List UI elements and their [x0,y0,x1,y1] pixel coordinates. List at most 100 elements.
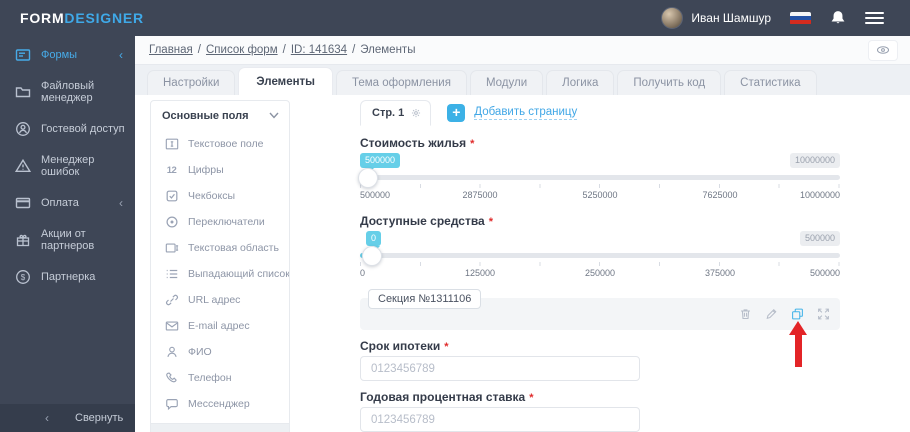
field-label-property-cost: Стоимость жилья * [360,136,475,150]
required-mark: * [488,216,494,228]
palette-item-textarea[interactable]: Текстовая область [151,235,289,261]
slider-badges: 0 500000 [360,231,840,249]
chat-icon [164,397,179,412]
content-panel: Основные поля Текстовое поле 12 Цифры Че… [135,95,910,432]
text-field-icon [164,137,179,152]
top-header: FORMDESIGNER Иван Шамшур [0,0,910,36]
tab-statistics[interactable]: Статистика [724,70,817,95]
collapse-label: Свернуть [75,412,124,424]
palette-item-text-field[interactable]: Текстовое поле [151,131,289,157]
link-icon [164,293,179,308]
user-name: Иван Шамшур [691,11,771,25]
palette-item-label: E-mail адрес [188,320,250,332]
fields-group-header[interactable]: Основные поля [151,101,289,131]
page-settings-icon[interactable] [411,108,421,118]
field-label-available-funds: Доступные средства * [360,214,494,228]
next-group-strip[interactable] [151,423,289,432]
chevron-down-icon [269,110,279,122]
slider-track-property-cost[interactable] [358,167,840,188]
chevron-left-icon: ‹ [119,47,123,62]
tab-elements[interactable]: Элементы [238,67,333,95]
page-tab-label: Стр. 1 [372,107,405,119]
formdesigner-app: FORMDESIGNER Иван Шамшур Формы ‹ Файловы… [0,0,910,432]
section-label: Секция №1311106 [368,289,482,309]
delete-icon[interactable] [739,308,752,321]
palette-item-checkboxes[interactable]: Чекбоксы [151,183,289,209]
logo-designer: DESIGNER [64,10,144,26]
preview-eye-button[interactable] [868,39,898,61]
breadcrumb-home-link[interactable]: Главная [149,44,193,56]
section-actions [739,308,830,321]
fields-group-title: Основные поля [162,110,249,122]
palette-item-messenger[interactable]: Мессенджер [151,391,289,417]
sidebar-item-forms[interactable]: Формы ‹ [0,36,135,73]
slider-track-available-funds[interactable] [360,245,840,266]
palette-item-url[interactable]: URL адрес [151,287,289,313]
logo-form: FORM [20,10,65,26]
breadcrumb: Главная / Список форм / ID: 141634 / Эле… [135,36,910,65]
sidebar: Формы ‹ Файловый менеджер Гостевой досту… [0,36,135,432]
palette-item-label: Текстовое поле [188,138,264,150]
breadcrumb-separator: / [197,44,201,56]
sidebar-item-file-manager[interactable]: Файловый менеджер [0,73,135,110]
sidebar-item-affiliate[interactable]: $ Партнерка [0,258,135,295]
slider-max-badge: 500000 [799,231,840,246]
chevron-left-icon: ‹ [119,195,123,210]
tab-theme[interactable]: Тема оформления [336,70,467,95]
menu-icon[interactable] [865,9,884,27]
tab-logic[interactable]: Логика [546,70,615,95]
textarea-icon [164,241,179,256]
user-menu[interactable]: Иван Шамшур [661,7,771,29]
tab-get-code[interactable]: Получить код [617,70,722,95]
copy-icon[interactable] [791,308,804,321]
palette-item-label: Текстовая область [188,242,279,254]
tab-settings[interactable]: Настройки [147,70,236,95]
palette-item-numbers[interactable]: 12 Цифры [151,157,289,183]
breadcrumb-separator: / [352,44,356,56]
affiliate-icon: $ [15,269,31,285]
expand-icon[interactable] [817,308,830,321]
edit-icon[interactable] [765,308,778,321]
section-bar[interactable]: Секция №1311106 [360,289,840,367]
sidebar-collapse-button[interactable]: ‹ Свернуть [0,404,135,432]
palette-item-phone[interactable]: Телефон [151,365,289,391]
form-preview: Стр. 1 + Добавить страницу Стоимость жил… [358,100,840,432]
mortgage-term-input[interactable] [360,356,640,381]
tab-modules[interactable]: Модули [469,70,544,95]
avatar [661,7,684,29]
sidebar-item-error-manager[interactable]: Менеджер ошибок [0,147,135,184]
palette-item-label: Переключатели [188,216,265,228]
breadcrumb-form-id-link[interactable]: ID: 141634 [291,44,347,56]
phone-icon [164,371,179,386]
russian-flag-icon[interactable] [790,11,811,25]
palette-item-radios[interactable]: Переключатели [151,209,289,235]
payment-icon [15,195,31,211]
sidebar-item-payment[interactable]: Оплата ‹ [0,184,135,221]
palette-item-email[interactable]: E-mail адрес [151,313,289,339]
main-area: Главная / Список форм / ID: 141634 / Эле… [135,36,910,432]
sidebar-item-partner-promos[interactable]: Акции от партнеров [0,221,135,258]
annual-rate-input[interactable] [360,407,640,432]
required-mark: * [444,341,449,353]
required-mark: * [529,392,534,404]
palette-item-label: Мессенджер [188,398,250,410]
slider-handle[interactable] [362,245,382,266]
form-tabs: Настройки Элементы Тема оформления Модул… [135,65,910,95]
palette-item-fio[interactable]: ФИО [151,339,289,365]
gift-icon [15,232,31,248]
sidebar-item-label: Менеджер ошибок [41,153,95,178]
palette-item-label: URL адрес [188,294,241,306]
breadcrumb-separator: / [282,44,286,56]
page-tabs: Стр. 1 + Добавить страницу [360,100,840,126]
palette-item-dropdown[interactable]: Выпадающий список [151,261,289,287]
page-tab-1[interactable]: Стр. 1 [360,100,432,126]
slider-badges: 500000 10000000 [360,153,840,171]
breadcrumb-forms-list-link[interactable]: Список форм [206,44,278,56]
add-page-button[interactable]: + Добавить страницу [447,104,578,122]
sidebar-item-guest-access[interactable]: Гостевой доступ [0,110,135,147]
bell-icon[interactable] [830,10,846,26]
palette-item-label: Чекбоксы [188,190,236,202]
slider-handle[interactable] [358,167,378,188]
palette-item-label: Телефон [188,372,232,384]
slider-ticks [360,184,840,188]
